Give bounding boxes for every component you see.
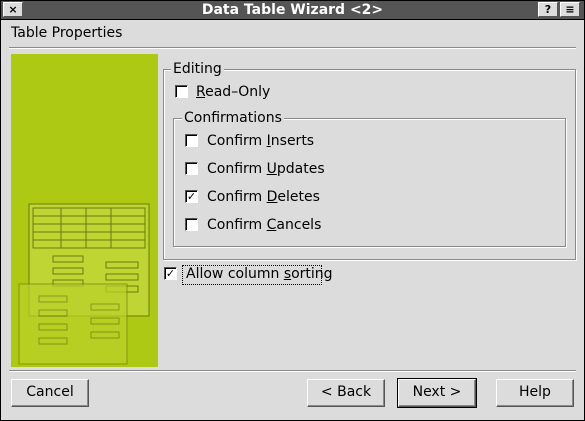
confirm-cancels-label[interactable]: Confirm Cancels: [207, 217, 321, 233]
title-bar[interactable]: × Data Table Wizard <2> ? ≡: [1, 1, 584, 20]
next-button[interactable]: Next >: [397, 378, 477, 408]
read-only-label[interactable]: Read–Only: [196, 84, 270, 100]
confirm-updates-checkbox[interactable]: [185, 162, 198, 175]
back-button[interactable]: < Back: [307, 379, 385, 407]
table-forms-illustration-icon: [18, 203, 150, 365]
wizard-window: × Data Table Wizard <2> ? ≡ Table Proper…: [0, 0, 585, 421]
checkmark-icon: ✓: [165, 267, 176, 280]
checkmark-icon: ✓: [186, 190, 197, 203]
cancel-button[interactable]: Cancel: [11, 379, 89, 407]
confirm-cancels-checkbox[interactable]: [185, 218, 198, 231]
page-title: Table Properties: [11, 25, 123, 41]
editing-legend: Editing: [171, 61, 224, 77]
wizard-illustration: [11, 54, 158, 367]
header-divider: [9, 47, 576, 49]
confirm-inserts-label[interactable]: Confirm Inserts: [207, 133, 314, 149]
confirm-updates-label[interactable]: Confirm Updates: [207, 161, 325, 177]
confirm-inserts-checkbox[interactable]: [185, 134, 198, 147]
read-only-checkbox[interactable]: [175, 85, 188, 98]
menu-icon[interactable]: ≡: [560, 2, 580, 17]
confirm-deletes-checkbox[interactable]: ✓: [185, 190, 198, 203]
confirm-deletes-label[interactable]: Confirm Deletes: [207, 189, 320, 205]
footer-divider: [9, 370, 576, 372]
window-title: Data Table Wizard <2>: [201, 2, 384, 18]
help-icon[interactable]: ?: [538, 2, 558, 17]
help-button[interactable]: Help: [496, 379, 574, 407]
allow-sorting-checkbox[interactable]: ✓: [164, 267, 177, 280]
allow-sorting-label[interactable]: Allow column sorting: [186, 266, 333, 282]
confirmations-legend: Confirmations: [182, 110, 284, 126]
